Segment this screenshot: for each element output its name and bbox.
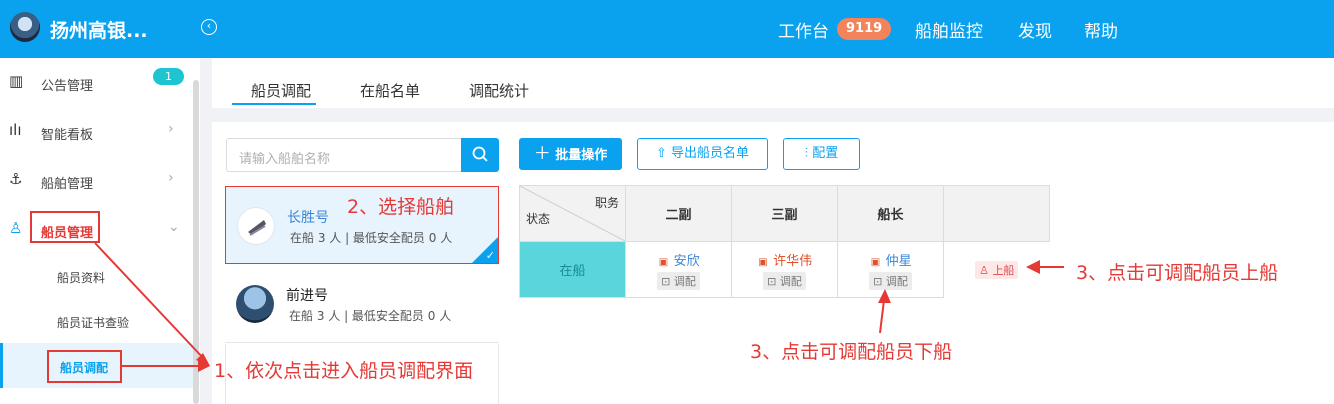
annotation-step1: 1、依次点击进入船员调配界面 <box>214 360 474 382</box>
annotation-step3-down: 3、点击可调配船员下船 <box>750 341 953 363</box>
annotation-arrows <box>94 242 1064 372</box>
annotation-step2: 2、选择船舶 <box>347 196 455 218</box>
annotation-step3-up: 3、点击可调配船员上船 <box>1076 262 1279 284</box>
